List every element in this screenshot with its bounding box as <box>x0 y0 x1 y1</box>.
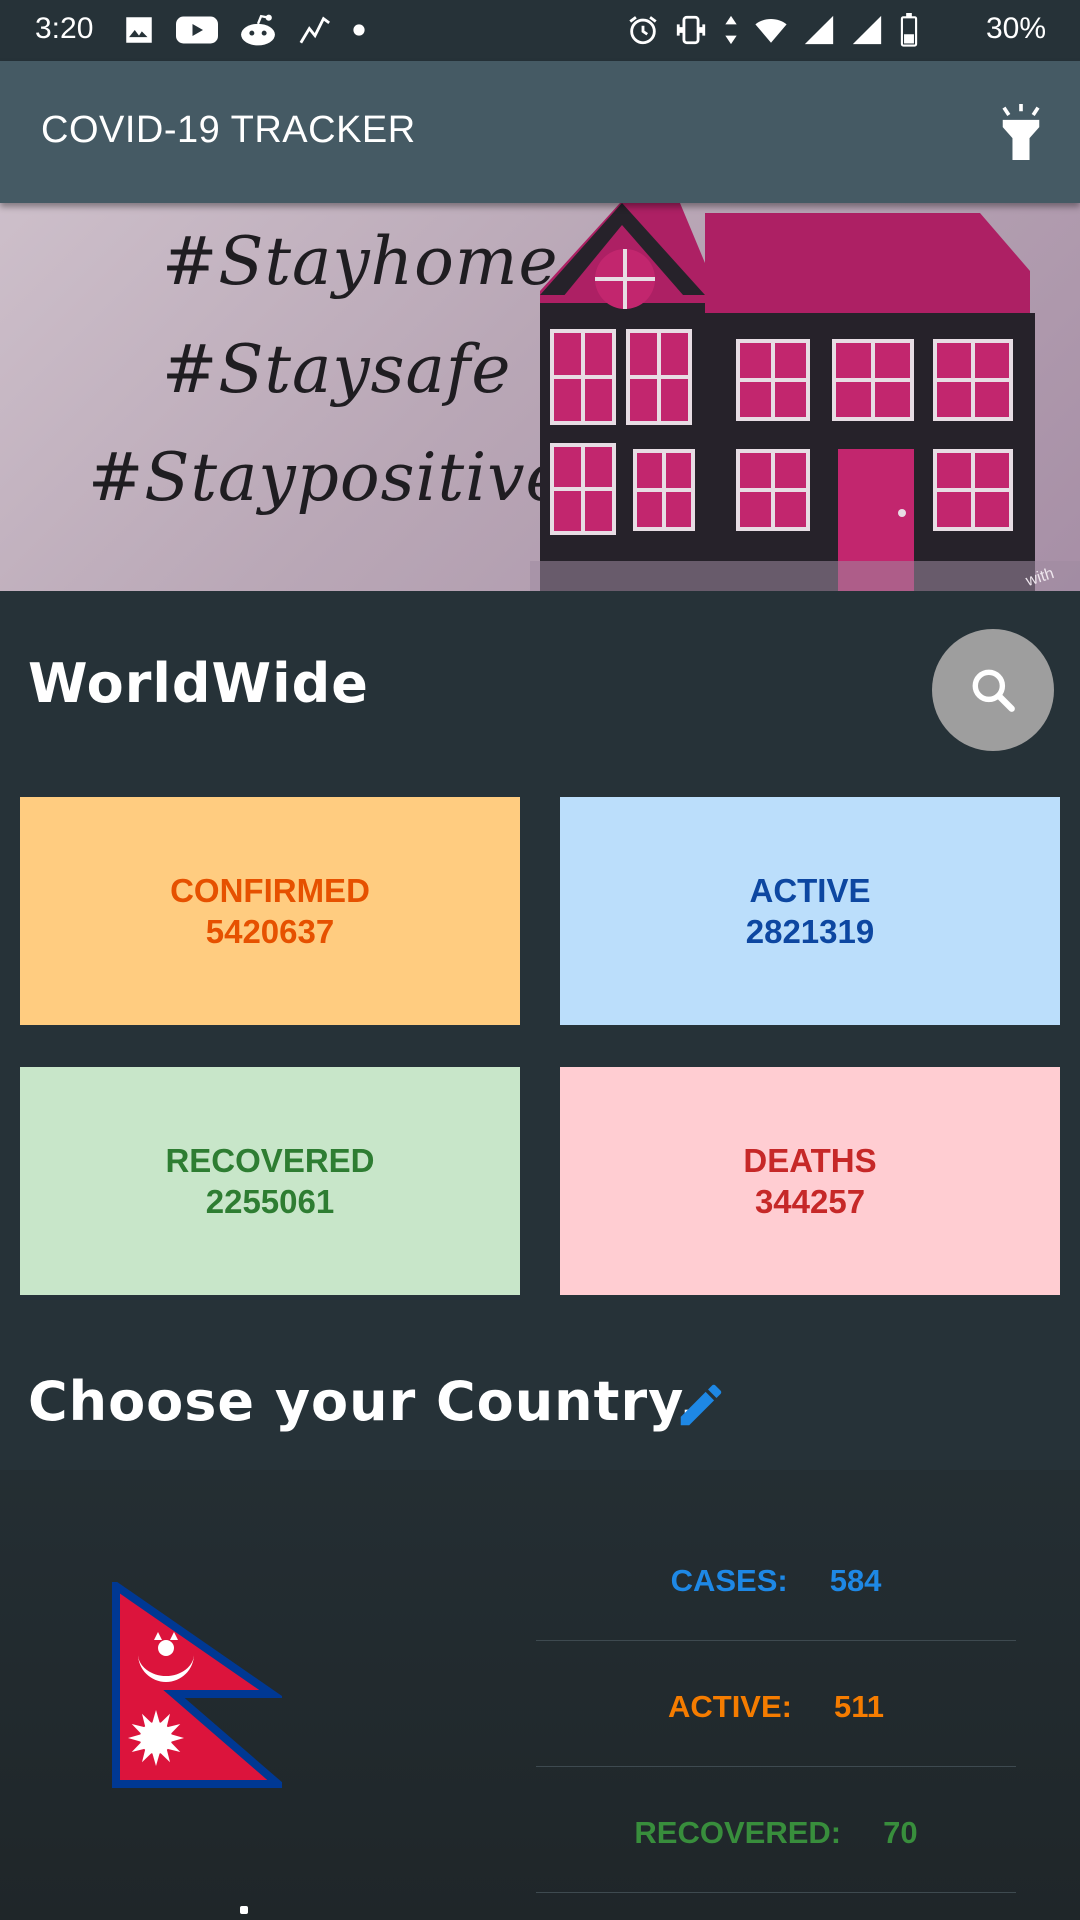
status-time: 3:20 <box>35 12 94 45</box>
recovered-label: RECOVERED <box>165 1142 375 1179</box>
banner-line: #Staypositive <box>88 439 566 516</box>
cases-value: 584 <box>829 1563 882 1598</box>
recovered-card: RECOVERED 2255061 <box>20 1067 520 1295</box>
recovered-value: 2255061 <box>205 1183 335 1220</box>
country-active-row: ACTIVE: 511 <box>536 1647 1016 1767</box>
system-icons <box>626 12 920 48</box>
active-label: ACTIVE <box>749 872 871 909</box>
deaths-value: 344257 <box>754 1183 866 1220</box>
search-button[interactable] <box>932 629 1054 751</box>
house-illustration <box>530 203 1080 591</box>
reddit-icon <box>241 14 275 46</box>
signal-icon <box>804 15 834 45</box>
divider <box>536 1766 1016 1767</box>
banner-image: #Stayhome #Staysafe #Staypositive with <box>0 203 1080 591</box>
status-bar: 3:20 30% <box>0 0 1080 61</box>
active-value: 2821319 <box>745 913 875 950</box>
deaths-label: DEATHS <box>743 1142 877 1179</box>
confirmed-card: CONFIRMED 5420637 <box>20 797 520 1025</box>
active-label: ACTIVE: <box>667 1689 792 1724</box>
search-icon <box>972 669 1015 712</box>
dot-icon <box>353 24 365 36</box>
wifi-icon <box>755 19 787 43</box>
country-name-fragment <box>240 1906 248 1914</box>
country-recovered-row: RECOVERED: 70 <box>536 1773 1016 1893</box>
alarm-icon <box>629 16 657 45</box>
recovered-label: RECOVERED: <box>634 1815 842 1850</box>
youtube-icon <box>176 16 218 44</box>
cases-label: CASES: <box>670 1563 788 1598</box>
choose-country-title: Choose your Country. <box>28 1370 701 1433</box>
signal-icon <box>852 15 882 45</box>
edit-icon[interactable] <box>674 1378 728 1432</box>
worldwide-title: WorldWide <box>28 652 369 715</box>
active-value: 511 <box>833 1689 884 1724</box>
divider <box>536 1892 1016 1893</box>
confirmed-label: CONFIRMED <box>170 872 370 909</box>
app-bar: COVID-19 TRACKER <box>0 61 1080 203</box>
app-title: COVID-19 TRACKER <box>41 109 416 151</box>
app-root: 3:20 30% COVID-19 TRACKER #Stayhome #Sta… <box>0 0 1080 1920</box>
confirmed-value: 5420637 <box>205 913 335 950</box>
recovered-value: 70 <box>883 1815 918 1850</box>
chart-icon <box>299 16 331 44</box>
notification-icons <box>122 12 366 48</box>
vibrate-icon <box>676 15 706 45</box>
deaths-card: DEATHS 344257 <box>560 1067 1060 1295</box>
data-arrows-icon <box>725 15 737 45</box>
battery-icon <box>900 13 918 47</box>
image-icon <box>126 17 152 43</box>
country-cases-row: CASES: 584 <box>536 1521 1016 1641</box>
nepal-flag <box>112 1582 282 1788</box>
banner-line: #Stayhome <box>162 223 559 300</box>
divider <box>536 1640 1016 1641</box>
flashlight-icon[interactable] <box>996 104 1046 160</box>
battery-level: 30% <box>985 12 1046 45</box>
active-card: ACTIVE 2821319 <box>560 797 1060 1025</box>
banner-line: #Staysafe <box>162 331 512 408</box>
